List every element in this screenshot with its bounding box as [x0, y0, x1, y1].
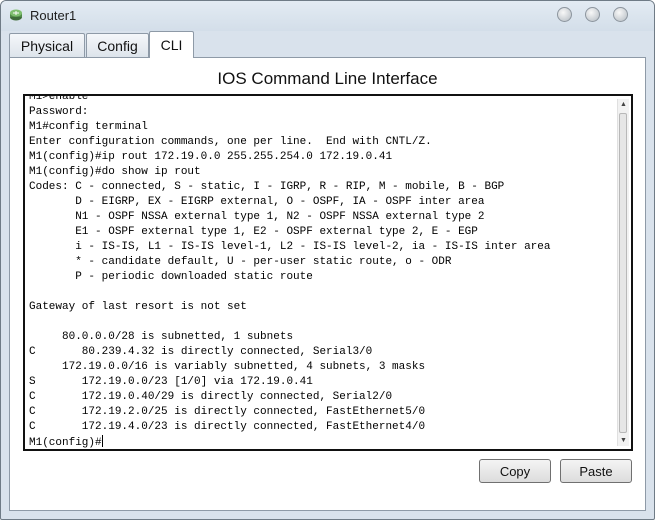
terminal-line: M1(config)#do show ip rout: [29, 166, 201, 178]
close-icon[interactable]: [613, 7, 628, 22]
maximize-icon[interactable]: [585, 7, 600, 22]
terminal-line: 80.0.0.0/28 is subnetted, 1 subnets: [29, 331, 294, 343]
terminal-output: M1>enable Password: M1#config terminal Ente…: [29, 94, 609, 449]
terminal-line: P - periodic downloaded static route: [29, 271, 313, 283]
text-cursor: [101, 435, 103, 447]
cli-terminal[interactable]: M1>enable Password: M1#config terminal Ente…: [23, 94, 633, 451]
terminal-line: M1>enable: [29, 94, 89, 103]
panel-title: IOS Command Line Interface: [217, 69, 438, 88]
tab-config[interactable]: Config: [86, 33, 149, 57]
terminal-line: C 80.239.4.32 is directly connected, Ser…: [29, 346, 373, 358]
terminal-line: * - candidate default, U - per-user stat…: [29, 256, 452, 268]
terminal-line: Password:: [29, 106, 89, 118]
minimize-icon[interactable]: [557, 7, 572, 22]
scroll-thumb[interactable]: [619, 113, 627, 433]
terminal-line: D - EIGRP, EX - EIGRP external, O - OSPF…: [29, 196, 485, 208]
terminal-line: C 172.19.4.0/23 is directly connected, F…: [29, 421, 426, 433]
paste-button[interactable]: Paste: [560, 459, 632, 483]
copy-button[interactable]: Copy: [479, 459, 551, 483]
terminal-line: S 172.19.0.0/23 [1/0] via 172.19.0.41: [29, 376, 313, 388]
router-window: Router1 Physical Config CLI IOS Command …: [0, 0, 655, 520]
terminal-line: M1#config terminal: [29, 121, 148, 133]
terminal-line: M1(config)#ip rout 172.19.0.0 255.255.25…: [29, 151, 393, 163]
terminal-prompt: M1(config)#: [29, 437, 102, 449]
tab-cli[interactable]: CLI: [149, 31, 194, 58]
terminal-prompt-line[interactable]: M1(config)#: [29, 435, 609, 449]
scroll-up-arrow-icon[interactable]: ▲: [618, 99, 629, 110]
router-icon: [9, 8, 23, 22]
window-client: Physical Config CLI IOS Command Line Int…: [7, 31, 648, 513]
terminal-line: Gateway of last resort is not set: [29, 301, 247, 313]
terminal-line: C 172.19.2.0/25 is directly connected, F…: [29, 406, 426, 418]
tab-physical[interactable]: Physical: [9, 33, 85, 57]
scroll-down-arrow-icon[interactable]: ▼: [618, 435, 629, 446]
title-bar: Router1: [1, 1, 654, 31]
terminal-line: i - IS-IS, L1 - IS-IS level-1, L2 - IS-I…: [29, 241, 551, 253]
terminal-line: C 172.19.0.40/29 is directly connected, …: [29, 391, 393, 403]
terminal-line: 172.19.0.0/16 is variably subnetted, 4 s…: [29, 361, 426, 373]
terminal-line: E1 - OSPF external type 1, E2 - OSPF ext…: [29, 226, 478, 238]
terminal-line: Codes: C - connected, S - static, I - IG…: [29, 181, 505, 193]
cli-panel: IOS Command Line Interface M1>enable Pass…: [9, 57, 646, 511]
window-title: Router1: [30, 8, 77, 23]
terminal-line: N1 - OSPF NSSA external type 1, N2 - OSP…: [29, 211, 485, 223]
terminal-line: Enter configuration commands, one per li…: [29, 136, 432, 148]
terminal-scrollbar[interactable]: ▲ ▼: [617, 99, 629, 446]
